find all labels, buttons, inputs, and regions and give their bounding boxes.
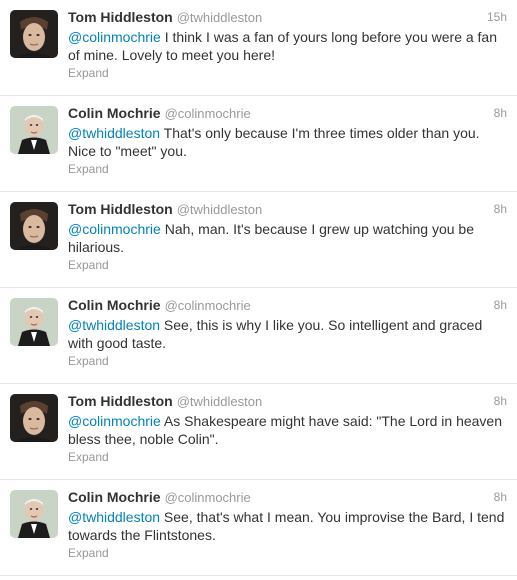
tweet[interactable]: Tom Hiddleston @twhiddleston 8h @colinmoc… [0,384,517,480]
mention-link[interactable]: @twhiddleston [68,509,160,525]
author-name[interactable]: Tom Hiddleston [68,201,173,217]
mention-link[interactable]: @twhiddleston [68,317,160,333]
colin-mochrie-avatar[interactable] [10,106,58,154]
tweet-header: Colin Mochrie @colinmochrie 8h [68,297,507,315]
tweet-timestamp[interactable]: 8h [494,202,507,216]
expand-link[interactable]: Expand [68,354,109,368]
mention-link[interactable]: @colinmochrie [68,221,161,237]
mention-link[interactable]: @colinmochrie [68,413,161,429]
tom-hiddleston-avatar[interactable] [10,202,58,250]
tweet[interactable]: Tom Hiddleston @twhiddleston 15h @colinmo… [0,0,517,96]
tweet-text: @colinmochrie As Shakespeare might have … [68,412,508,448]
colin-mochrie-avatar[interactable] [10,490,58,538]
tweet[interactable]: Colin Mochrie @colinmochrie 8h @twhiddles… [0,96,517,192]
author-handle[interactable]: @twhiddleston [177,10,262,25]
expand-link[interactable]: Expand [68,546,109,560]
author-name[interactable]: Tom Hiddleston [68,9,173,25]
tweet-timestamp[interactable]: 15h [487,10,507,24]
author-name[interactable]: Colin Mochrie [68,105,161,121]
author-handle[interactable]: @twhiddleston [177,202,262,217]
tom-hiddleston-avatar[interactable] [10,10,58,58]
author-name[interactable]: Tom Hiddleston [68,393,173,409]
expand-link[interactable]: Expand [68,258,109,272]
tweet-timestamp[interactable]: 8h [494,394,507,408]
tweet[interactable]: Colin Mochrie @colinmochrie 8h @twhiddles… [0,480,517,576]
tweet-timeline: Tom Hiddleston @twhiddleston 15h @colinmo… [0,0,517,580]
tweet[interactable]: Colin Mochrie @colinmochrie 8h @twhiddles… [0,288,517,384]
tweet-header: Tom Hiddleston @twhiddleston 8h [68,393,507,411]
author-handle[interactable]: @colinmochrie [165,490,251,505]
tweet-timestamp[interactable]: 8h [494,298,507,312]
tweet-text: @twhiddleston That's only because I'm th… [68,124,508,160]
expand-link[interactable]: Expand [68,450,109,464]
tweet-header: Tom Hiddleston @twhiddleston 15h [68,9,507,27]
mention-link[interactable]: @twhiddleston [68,125,160,141]
tweet-header: Colin Mochrie @colinmochrie 8h [68,489,507,507]
author-name[interactable]: Colin Mochrie [68,297,161,313]
tweet[interactable]: Tom Hiddleston @twhiddleston 8h @colinmoc… [0,192,517,288]
tweet-text: @twhiddleston See, that's what I mean. Y… [68,508,508,544]
tweet-timestamp[interactable]: 8h [494,106,507,120]
author-handle[interactable]: @colinmochrie [165,106,251,121]
expand-link[interactable]: Expand [68,66,109,80]
tweet-text: @twhiddleston See, this is why I like yo… [68,316,508,352]
tom-hiddleston-avatar[interactable] [10,394,58,442]
colin-mochrie-avatar[interactable] [10,298,58,346]
tweet-header: Colin Mochrie @colinmochrie 8h [68,105,507,123]
tweet-header: Tom Hiddleston @twhiddleston 8h [68,201,507,219]
author-handle[interactable]: @twhiddleston [177,394,262,409]
author-handle[interactable]: @colinmochrie [165,298,251,313]
tweet-text: @colinmochrie I think I was a fan of you… [68,28,508,64]
mention-link[interactable]: @colinmochrie [68,29,161,45]
tweet-timestamp[interactable]: 8h [494,490,507,504]
expand-link[interactable]: Expand [68,162,109,176]
tweet-text: @colinmochrie Nah, man. It's because I g… [68,220,508,256]
author-name[interactable]: Colin Mochrie [68,489,161,505]
